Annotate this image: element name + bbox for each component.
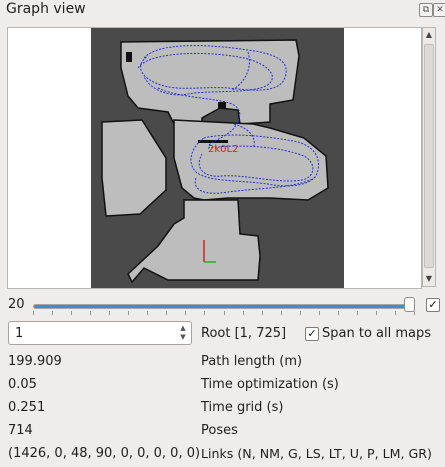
time-optimization-label: Time optimization (s) [201,377,339,392]
obstacle [126,52,132,62]
slider-tick [318,311,320,315]
check-icon: ✓ [307,327,317,340]
slider-tick [185,311,187,315]
slider-tick [261,311,263,315]
iteration-slider-row: 20 ✓ [0,294,445,318]
root-spinbox[interactable]: 1 ▲ ▼ [8,321,192,345]
slider-tick [299,311,301,315]
check-icon: ✓ [428,298,438,311]
path-length-value: 199.909 [8,354,62,369]
slider-tick [33,311,34,315]
slider-tick [52,311,54,315]
occupancy-map: 2k0L2 [91,28,344,288]
time-optimization-value: 0.05 [8,377,37,392]
path-length-label: Path length (m) [201,354,303,369]
scroll-thumb[interactable] [424,44,434,268]
slider-tick [242,311,244,315]
root-label: Root [1, 725] [201,326,287,341]
slider-tick [204,311,206,315]
scroll-up-icon[interactable]: ▲ [423,28,435,42]
poses-label: Poses [201,423,238,438]
slider-tick [90,311,92,315]
span-to-all-maps-checkbox[interactable]: ✓ [305,327,319,341]
slider-tick [356,311,358,315]
iteration-slider[interactable] [33,304,415,309]
poses-value: 714 [8,423,33,438]
slider-tick [337,311,339,315]
slider-tick [166,311,168,315]
scroll-down-icon[interactable]: ▼ [423,272,435,286]
slider-checkbox[interactable]: ✓ [426,298,440,312]
span-to-all-maps-label: Span to all maps [322,326,432,341]
close-icon[interactable]: ✕ [433,3,445,17]
slider-tick [223,311,225,315]
slider-handle[interactable] [404,297,415,312]
links-label: Links (N, NM, G, LS, LT, U, P, LM, GR) [201,446,432,461]
graph-viewport[interactable]: 2k0L2 [7,27,422,289]
slider-ticks [33,311,415,316]
slider-fill [34,305,414,308]
spin-arrows-icon[interactable]: ▲ ▼ [178,324,188,342]
slider-tick [147,311,149,315]
slider-tick [109,311,111,315]
slider-tick [414,311,415,315]
slider-tick [128,311,130,315]
slider-tick [394,311,396,315]
root-spin-value: 1 [15,326,24,341]
window-title: Graph view [6,1,86,17]
slider-value: 20 [8,297,25,312]
slider-tick [71,311,73,315]
graph-node-label: 2k0L2 [208,144,238,155]
obstacle [218,102,226,108]
links-value: (1426, 0, 48, 90, 0, 0, 0, 0, 0) [8,446,201,461]
float-icon[interactable]: ⧉ [419,3,433,17]
time-grid-label: Time grid (s) [201,400,284,415]
time-grid-value: 0.251 [8,400,46,415]
slider-tick [375,311,377,315]
slider-tick [280,311,282,315]
graph-vertical-scrollbar[interactable]: ▲ ▼ [422,27,436,287]
title-bar: Graph view ⧉ ✕ [0,0,445,22]
